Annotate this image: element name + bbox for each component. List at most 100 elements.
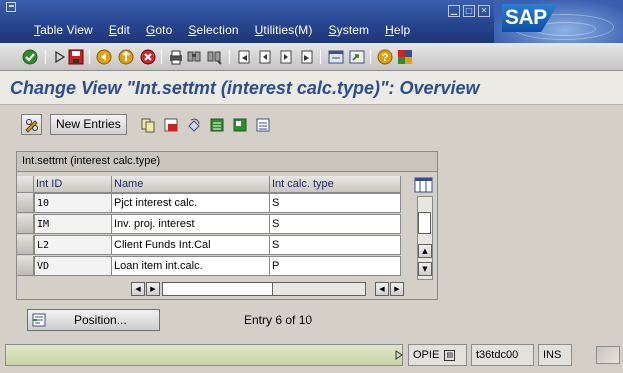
cell-int-id: VD xyxy=(34,256,112,276)
application-toolbar: New Entries xyxy=(0,105,623,141)
cancel-icon[interactable] xyxy=(140,49,156,65)
cell-int-calc-type[interactable]: S xyxy=(270,193,401,213)
window-buttons: ▁ □ ✕ xyxy=(448,5,490,17)
cell-name[interactable]: Pjct interest calc. xyxy=(112,193,270,213)
vertical-scroll-thumb[interactable] xyxy=(418,212,431,234)
select-block-icon[interactable] xyxy=(232,117,248,133)
scroll-left-end-icon[interactable]: ◀ xyxy=(375,282,389,296)
cell-name[interactable]: Client Funds Int.Cal xyxy=(112,235,270,255)
system-menu-icon[interactable] xyxy=(6,2,16,12)
delete-icon[interactable] xyxy=(163,117,179,133)
scroll-right-end-icon[interactable]: ▶ xyxy=(390,282,404,296)
menu-goto[interactable]: Goto xyxy=(146,23,172,37)
minimize-icon[interactable]: ▁ xyxy=(448,5,460,17)
menu-system[interactable]: System xyxy=(329,23,370,37)
print-icon[interactable] xyxy=(168,49,184,65)
menu-edit[interactable]: Edit xyxy=(109,23,130,37)
title-menu-bar: Table View Edit Goto Selection Utilities… xyxy=(0,0,623,43)
help-icon[interactable]: ? xyxy=(377,49,393,65)
status-message-area[interactable] xyxy=(5,344,403,366)
scroll-left-icon[interactable]: ◀ xyxy=(131,282,145,296)
shortcut-icon[interactable] xyxy=(349,49,365,65)
new-entries-button[interactable]: New Entries xyxy=(50,114,127,135)
column-header-name[interactable]: Name xyxy=(112,176,270,193)
vertical-scrollbar[interactable]: ▲ ▼ xyxy=(417,196,433,280)
command-field-icon[interactable] xyxy=(52,49,68,65)
status-system: OPIE xyxy=(413,349,440,361)
cell-int-id: L2 xyxy=(34,235,112,255)
cell-int-calc-type[interactable]: P xyxy=(270,256,401,276)
deselect-all-icon[interactable] xyxy=(255,117,271,133)
next-page-icon[interactable] xyxy=(278,49,294,65)
row-selector[interactable] xyxy=(17,256,34,276)
status-client-field: t36tdc00 xyxy=(471,344,534,366)
status-lock-icon xyxy=(596,346,620,364)
table-header: Int ID Name Int calc. type xyxy=(17,176,437,193)
menu-selection[interactable]: Selection xyxy=(188,23,238,37)
cell-name[interactable]: Inv. proj. interest xyxy=(112,214,270,234)
row-selector[interactable] xyxy=(17,214,34,234)
column-header-int-id[interactable]: Int ID xyxy=(34,176,112,193)
status-bar: OPIE ▤ t36tdc00 INS xyxy=(5,344,623,368)
save-icon[interactable] xyxy=(68,49,84,65)
display-change-button[interactable] xyxy=(21,114,42,135)
cell-name[interactable]: Loan item int.calc. xyxy=(112,256,270,276)
exit-icon[interactable] xyxy=(118,49,134,65)
standard-toolbar: ? xyxy=(0,43,623,71)
cell-int-calc-type[interactable]: S xyxy=(270,235,401,255)
back-icon[interactable] xyxy=(96,49,112,65)
previous-page-icon[interactable] xyxy=(257,49,273,65)
menu-utilities[interactable]: Utilities(M) xyxy=(255,23,313,37)
scroll-right-icon[interactable]: ▶ xyxy=(146,282,160,296)
table-control: Int.settmt (interest calc.type) Int ID N… xyxy=(16,151,438,300)
horizontal-scroll-track[interactable] xyxy=(162,282,366,296)
cell-int-id: 10 xyxy=(34,193,112,213)
create-session-icon[interactable] xyxy=(328,49,344,65)
select-all-icon[interactable] xyxy=(209,117,225,133)
cell-int-id: IM xyxy=(34,214,112,234)
cell-int-calc-type[interactable]: S xyxy=(270,214,401,234)
copy-as-icon[interactable] xyxy=(140,117,156,133)
table-row: L2 Client Funds Int.Cal S xyxy=(17,235,437,256)
select-all-rows-button[interactable] xyxy=(17,176,34,193)
horizontal-scroll-thumb[interactable] xyxy=(163,283,273,295)
sap-logo: SAP xyxy=(502,4,558,32)
status-mode-field[interactable]: INS xyxy=(538,344,572,366)
find-icon[interactable] xyxy=(186,49,202,65)
status-system-field[interactable]: OPIE ▤ xyxy=(408,344,467,366)
position-button[interactable]: Position... xyxy=(27,309,160,331)
entry-counter: Entry 6 of 10 xyxy=(244,313,313,327)
pencil-glasses-icon xyxy=(25,119,38,133)
table-settings-icon[interactable] xyxy=(414,177,433,193)
table-caption: Int.settmt (interest calc.type) xyxy=(17,152,437,172)
menu-bar: Table View Edit Goto Selection Utilities… xyxy=(34,23,410,37)
status-expand-icon[interactable] xyxy=(394,350,404,360)
position-icon xyxy=(32,313,46,327)
svg-text:?: ? xyxy=(382,52,389,64)
find-next-icon[interactable] xyxy=(206,49,222,65)
last-page-icon[interactable] xyxy=(299,49,315,65)
row-selector[interactable] xyxy=(17,235,34,255)
page-title: Change View "Int.settmt (interest calc.t… xyxy=(10,78,480,98)
customize-layout-icon[interactable] xyxy=(397,49,413,65)
first-page-icon[interactable] xyxy=(236,49,252,65)
sap-banner: SAP xyxy=(494,0,623,43)
enter-icon[interactable] xyxy=(22,49,38,65)
system-info-icon[interactable]: ▤ xyxy=(444,349,456,361)
row-selector[interactable] xyxy=(17,193,34,213)
scroll-up-icon[interactable]: ▲ xyxy=(418,244,432,258)
table-row: VD Loan item int.calc. P xyxy=(17,256,437,277)
horizontal-scrollbar[interactable]: ◀ ▶ ◀ ▶ xyxy=(131,282,421,296)
undo-change-icon[interactable] xyxy=(186,117,202,133)
table-row: 10 Pjct interest calc. S xyxy=(17,193,437,214)
maximize-icon[interactable]: □ xyxy=(463,5,475,17)
menu-help[interactable]: Help xyxy=(385,23,410,37)
close-icon[interactable]: ✕ xyxy=(478,5,490,17)
scroll-down-icon[interactable]: ▼ xyxy=(418,262,432,276)
menu-table-view[interactable]: Table View xyxy=(34,23,93,37)
table-caption-label: Int.settmt (interest calc.type) xyxy=(22,155,161,167)
screen-title-bar: Change View "Int.settmt (interest calc.t… xyxy=(0,71,623,105)
column-header-int-calc-type[interactable]: Int calc. type xyxy=(270,176,401,193)
table-row: IM Inv. proj. interest S xyxy=(17,214,437,235)
position-button-label: Position... xyxy=(74,313,127,327)
